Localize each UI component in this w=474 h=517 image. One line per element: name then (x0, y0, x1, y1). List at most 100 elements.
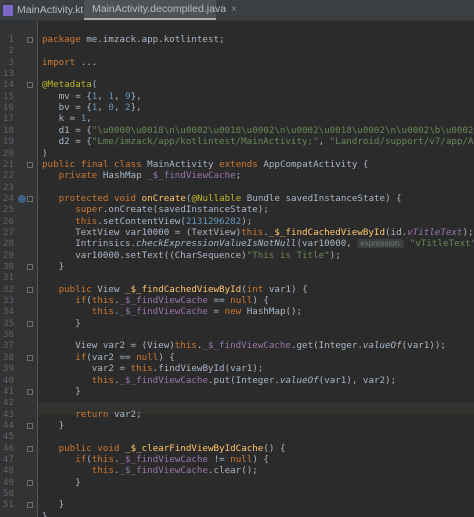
code-line[interactable]: @Metadata( (42, 79, 97, 90)
code-line[interactable]: } (42, 477, 81, 488)
line-number: 44 (2, 419, 14, 431)
fold-toggle-icon[interactable] (27, 286, 33, 293)
line-number: 50 (2, 488, 14, 499)
line-number: 30 (2, 261, 14, 272)
line-number: 29 (2, 249, 14, 261)
line-number: 43 (2, 408, 14, 420)
tab-label: MainActivity.decompiled.java (92, 3, 227, 15)
line-number-gutter[interactable]: 1 2 3 13 14 15 16 17 18 19 20 21 22 23 24 25 26 27 28 29 30 3… (0, 21, 38, 517)
code-line[interactable]: ) (42, 148, 48, 159)
editor-tab-bar: MainActivity.kt × MainActivity.decompile… (0, 0, 474, 21)
kotlin-file-icon (3, 4, 13, 16)
line-number: 51 (2, 499, 14, 511)
fold-toggle-icon[interactable] (27, 422, 33, 429)
line-number: 47 (2, 453, 14, 465)
code-line[interactable]: return var2; (42, 409, 141, 420)
parameter-hint: expression: (357, 239, 405, 249)
code-line[interactable]: super.onCreate(savedInstanceState); (42, 204, 269, 215)
code-line[interactable]: TextView var10000 = (TextView)this._$_fi… (42, 227, 473, 238)
code-line[interactable]: d1 = {"\u0000\u0018\n\u0002\u0018\u0002\… (42, 125, 474, 136)
fold-toggle-icon[interactable] (27, 388, 33, 395)
line-number: 48 (2, 465, 14, 477)
line-number: 26 (2, 215, 14, 227)
fold-toggle-icon[interactable] (27, 82, 33, 89)
code-line[interactable]: if(this._$_findViewCache == null) { (42, 295, 269, 306)
fold-toggle-icon[interactable] (27, 502, 33, 509)
code-line[interactable]: var10000.setText((CharSequence)"This is … (42, 250, 341, 261)
line-number: 15 (2, 90, 14, 102)
tab-label: MainActivity.kt (17, 4, 84, 16)
code-line[interactable]: if(this._$_findViewCache != null) { (42, 454, 269, 465)
code-line[interactable]: Intrinsics.checkExpressionValueIsNotNull… (42, 238, 474, 249)
code-line[interactable]: } (42, 318, 81, 329)
code-line[interactable]: private HashMap _$_findViewCache; (42, 170, 242, 181)
line-number: 37 (2, 340, 14, 352)
code-line[interactable]: } (42, 386, 81, 397)
code-editor[interactable]: package me.imzack.app.kotlintest; import … (38, 21, 474, 517)
code-line[interactable]: package me.imzack.app.kotlintest; (42, 34, 225, 45)
code-line[interactable]: View var2 = (View)this._$_findViewCache.… (42, 340, 446, 351)
line-number: 35 (2, 317, 14, 329)
tab-mainactivity-decompiled-java[interactable]: MainActivity.decompiled.java × (84, 0, 237, 20)
fold-toggle-icon[interactable] (27, 37, 33, 43)
line-number: 2 (8, 45, 14, 57)
line-number: 38 (2, 351, 14, 363)
line-number: 36 (2, 329, 14, 341)
line-number: 3 (8, 56, 14, 68)
line-number: 28 (2, 238, 14, 250)
line-number: 24 (2, 192, 14, 204)
code-line[interactable]: import ... (42, 57, 97, 68)
line-number: 21 (2, 158, 14, 170)
line-number: 45 (2, 431, 14, 443)
line-number: 31 (2, 272, 14, 284)
code-line[interactable]: mv = {1, 1, 9}, (42, 91, 142, 102)
line-number: 41 (2, 385, 14, 397)
fold-toggle-icon[interactable] (27, 320, 33, 327)
code-line[interactable]: this.setContentView(2131296282); (42, 216, 252, 227)
code-line[interactable]: public void _$_clearFindViewByIdCache() … (42, 443, 286, 454)
code-line[interactable]: this._$_findViewCache.put(Integer.valueO… (42, 375, 396, 386)
line-number: 16 (2, 102, 14, 114)
code-line[interactable]: this._$_findViewCache.clear(); (42, 465, 258, 476)
line-number: 39 (2, 363, 14, 375)
code-line[interactable]: } (42, 261, 65, 272)
code-line[interactable]: public final class MainActivity extends … (42, 159, 368, 170)
line-number: 22 (2, 170, 14, 182)
line-number: 40 (2, 374, 14, 386)
code-line[interactable]: } (42, 511, 48, 517)
code-line[interactable]: d2 = {"Lme/imzack/app/kotlintest/MainAct… (42, 136, 474, 147)
code-line[interactable]: } (42, 420, 65, 431)
line-number: 14 (2, 79, 14, 91)
line-number: 27 (2, 226, 14, 238)
line-number: 49 (2, 476, 14, 488)
line-number: 1 (8, 34, 14, 45)
code-line[interactable]: if(var2 == null) { (42, 352, 175, 363)
code-line[interactable]: var2 = this.findViewById(var1); (42, 363, 264, 374)
code-line[interactable]: k = 1, (42, 113, 92, 124)
line-number: 18 (2, 124, 14, 136)
code-line[interactable]: this._$_findViewCache = new HashMap(); (42, 306, 302, 317)
code-line[interactable]: protected void onCreate(@Nullable Bundle… (42, 193, 402, 204)
line-number: 46 (2, 442, 14, 454)
fold-toggle-icon[interactable] (27, 479, 33, 486)
fold-toggle-icon[interactable] (27, 445, 33, 452)
line-number: 34 (2, 306, 14, 318)
line-number: 42 (2, 397, 14, 409)
override-marker-icon[interactable] (18, 194, 26, 203)
line-number: 33 (2, 295, 14, 307)
line-number: 19 (2, 136, 14, 148)
fold-toggle-icon[interactable] (27, 195, 33, 202)
fold-toggle-icon[interactable] (27, 161, 33, 168)
code-line[interactable]: public View _$_findCachedViewById(int va… (42, 284, 308, 295)
line-number: 20 (2, 147, 14, 159)
code-line[interactable]: bv = {1, 0, 2}, (42, 102, 142, 113)
tab-mainactivity-kt[interactable]: MainActivity.kt × (3, 0, 94, 20)
code-line[interactable]: } (42, 499, 65, 510)
fold-toggle-icon[interactable] (27, 264, 33, 270)
fold-toggle-icon[interactable] (27, 354, 33, 361)
line-number: 32 (2, 283, 14, 295)
line-number: 17 (2, 113, 14, 125)
line-number: 13 (2, 68, 14, 80)
line-number: 23 (2, 181, 14, 193)
close-icon[interactable]: × (231, 4, 237, 15)
